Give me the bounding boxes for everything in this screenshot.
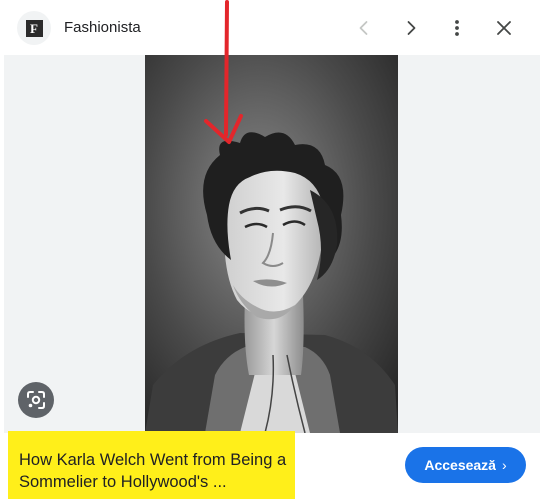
- article-title[interactable]: How Karla Welch Went from Being a Sommel…: [19, 449, 329, 493]
- article-title-line-2: Sommelier to Hollywood's ...: [19, 473, 227, 491]
- google-lens-button[interactable]: [18, 382, 54, 418]
- image-viewer-header: F Fashionista: [0, 0, 540, 55]
- previous-button[interactable]: [348, 12, 380, 44]
- more-options-button[interactable]: [441, 12, 473, 44]
- fashionista-logo: F: [25, 19, 43, 37]
- chevron-left-icon: [359, 21, 368, 35]
- site-name[interactable]: Fashionista: [64, 19, 141, 37]
- article-title-line-1: How Karla Welch Went from Being a: [19, 451, 287, 469]
- next-button[interactable]: [395, 12, 427, 44]
- visit-button[interactable]: Accesează ›: [405, 447, 526, 483]
- site-favicon: F: [17, 11, 51, 45]
- visit-button-label: Accesează: [424, 457, 496, 473]
- google-lens-icon: [27, 391, 45, 409]
- more-vertical-icon: [455, 20, 459, 36]
- close-icon: [497, 21, 511, 35]
- chevron-right-icon: [407, 21, 416, 35]
- image-preview-area: [4, 55, 540, 433]
- close-button[interactable]: [488, 12, 520, 44]
- portrait-photo[interactable]: [145, 55, 398, 433]
- chevron-right-icon: ›: [501, 457, 507, 473]
